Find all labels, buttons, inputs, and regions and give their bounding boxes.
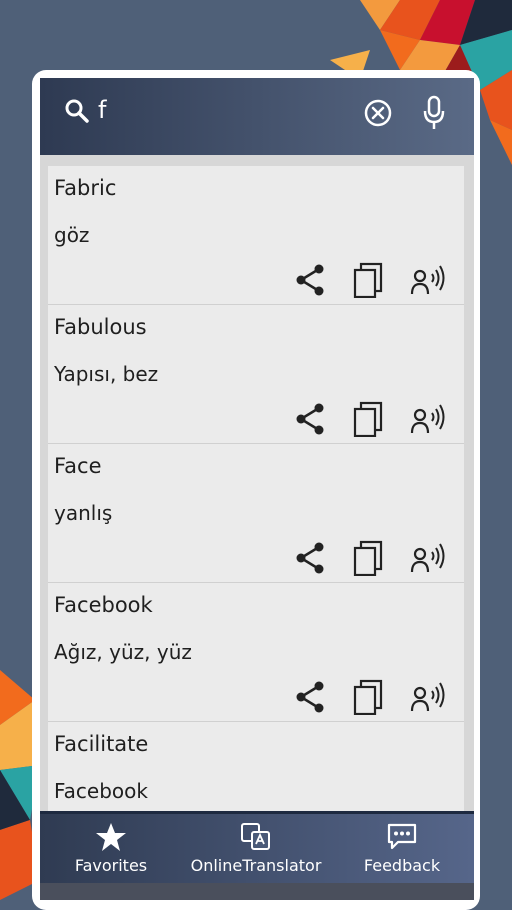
search-icon (65, 99, 89, 123)
entry-translation: Ağız, yüz, yüz (54, 640, 192, 664)
entry-translation: yanlış (54, 501, 113, 525)
copy-icon[interactable] (350, 540, 386, 576)
share-icon[interactable] (292, 540, 328, 576)
nav-feedback[interactable]: Feedback (356, 822, 448, 875)
entry-actions (48, 401, 464, 443)
nav-online-translator-label: OnlineTranslator (190, 856, 322, 875)
entry-word: Facilitate (54, 732, 149, 756)
bottom-navigation: Favorites OnlineTranslator Feedback (40, 811, 474, 886)
copy-icon[interactable] (350, 401, 386, 437)
entry-actions (48, 540, 464, 582)
speak-icon[interactable] (410, 679, 452, 715)
entry-translation: Yapısı, bez (54, 362, 159, 386)
search-input[interactable]: f (98, 96, 106, 124)
copy-icon[interactable] (350, 679, 386, 715)
nav-feedback-label: Feedback (363, 856, 441, 875)
speak-icon[interactable] (410, 401, 452, 437)
nav-online-translator[interactable]: OnlineTranslator (190, 822, 322, 875)
entry-translation: Facebook (54, 779, 148, 803)
clear-search-icon[interactable] (363, 98, 393, 128)
list-item[interactable]: Fabric göz (48, 166, 464, 305)
nav-favorites-label: Favorites (74, 856, 148, 875)
list-item[interactable]: Fabulous Yapısı, bez (48, 305, 464, 444)
star-icon (96, 823, 126, 851)
list-item[interactable]: Face yanlış (48, 444, 464, 583)
app-screen: f Fabric göz Fabulous Yapısı, bez Face y… (40, 78, 474, 900)
results-list: Fabric göz Fabulous Yapısı, bez Face yan… (48, 166, 464, 900)
translate-icon (241, 823, 270, 850)
feedback-icon (387, 823, 417, 850)
share-icon[interactable] (292, 262, 328, 298)
entry-actions (48, 262, 464, 304)
entry-actions (48, 679, 464, 721)
copy-icon[interactable] (350, 262, 386, 298)
entry-word: Fabric (54, 176, 117, 200)
speak-icon[interactable] (410, 262, 452, 298)
list-item[interactable]: Facebook Ağız, yüz, yüz (48, 583, 464, 722)
share-icon[interactable] (292, 401, 328, 437)
speak-icon[interactable] (410, 540, 452, 576)
bottom-strip (40, 883, 474, 900)
share-icon[interactable] (292, 679, 328, 715)
microphone-icon[interactable] (422, 95, 446, 131)
entry-word: Facebook (54, 593, 153, 617)
entry-word: Face (54, 454, 102, 478)
search-bar: f (40, 78, 474, 155)
entry-word: Fabulous (54, 315, 147, 339)
nav-favorites[interactable]: Favorites (62, 822, 160, 875)
entry-translation: göz (54, 223, 90, 247)
